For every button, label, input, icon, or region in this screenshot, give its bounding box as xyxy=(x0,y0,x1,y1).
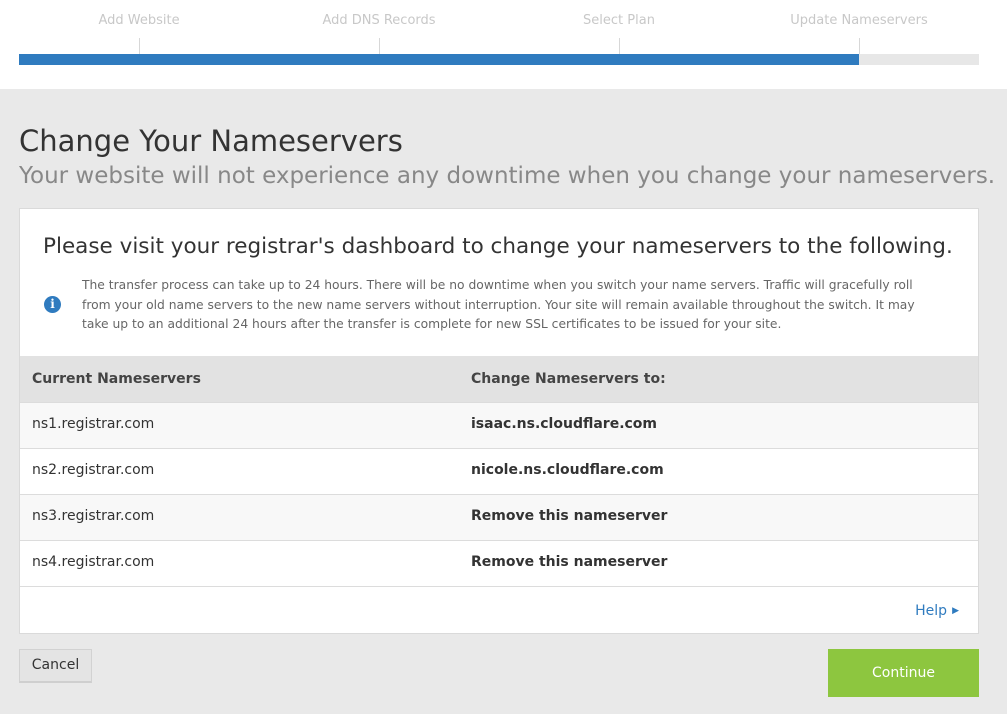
new-nameserver: Remove this nameserver xyxy=(471,554,668,570)
table-row: ns2.registrar.com nicole.ns.cloudflare.c… xyxy=(20,448,978,494)
help-label: Help xyxy=(915,603,948,619)
current-nameserver: ns1.registrar.com xyxy=(32,416,155,432)
continue-button[interactable]: Continue xyxy=(828,649,979,697)
step-add-dns-records: Add DNS Records xyxy=(322,13,436,28)
column-header-change-to: Change Nameservers to: xyxy=(471,371,666,387)
help-link[interactable]: Help ▶ xyxy=(915,603,959,619)
cancel-button[interactable]: Cancel xyxy=(19,649,92,683)
step-marker xyxy=(859,38,860,54)
new-nameserver: isaac.ns.cloudflare.com xyxy=(471,416,658,432)
progress-bar xyxy=(19,54,979,65)
table-row: ns1.registrar.com isaac.ns.cloudflare.co… xyxy=(20,402,978,448)
info-text: The transfer process can take up to 24 h… xyxy=(82,278,915,331)
card-heading: Please visit your registrar's dashboard … xyxy=(43,234,953,259)
current-nameserver: ns4.registrar.com xyxy=(32,554,155,570)
new-nameserver: nicole.ns.cloudflare.com xyxy=(471,462,664,478)
step-marker xyxy=(619,38,620,54)
step-select-plan: Select Plan xyxy=(583,13,655,28)
page-title: Change Your Nameservers xyxy=(19,124,403,158)
step-marker xyxy=(379,38,380,54)
caret-right-icon: ▶ xyxy=(952,606,959,616)
new-nameserver: Remove this nameserver xyxy=(471,508,668,524)
column-header-current: Current Nameservers xyxy=(32,371,201,387)
table-header: Current Nameservers Change Nameservers t… xyxy=(20,356,978,402)
step-add-website: Add Website xyxy=(98,13,180,28)
nameserver-card: Please visit your registrar's dashboard … xyxy=(19,208,979,634)
current-nameserver: ns3.registrar.com xyxy=(32,508,155,524)
table-row: ns4.registrar.com Remove this nameserver xyxy=(20,540,978,587)
progress-bar-fill xyxy=(19,54,859,65)
current-nameserver: ns2.registrar.com xyxy=(32,462,155,478)
nameserver-table: Current Nameservers Change Nameservers t… xyxy=(20,356,978,587)
progress-header: Add Website Add DNS Records Select Plan … xyxy=(0,0,1007,89)
step-marker xyxy=(139,38,140,54)
info-circle-icon: i xyxy=(44,296,61,313)
page-subtitle: Your website will not experience any dow… xyxy=(19,163,996,189)
step-update-nameservers: Update Nameservers xyxy=(790,13,928,28)
table-row: ns3.registrar.com Remove this nameserver xyxy=(20,494,978,540)
